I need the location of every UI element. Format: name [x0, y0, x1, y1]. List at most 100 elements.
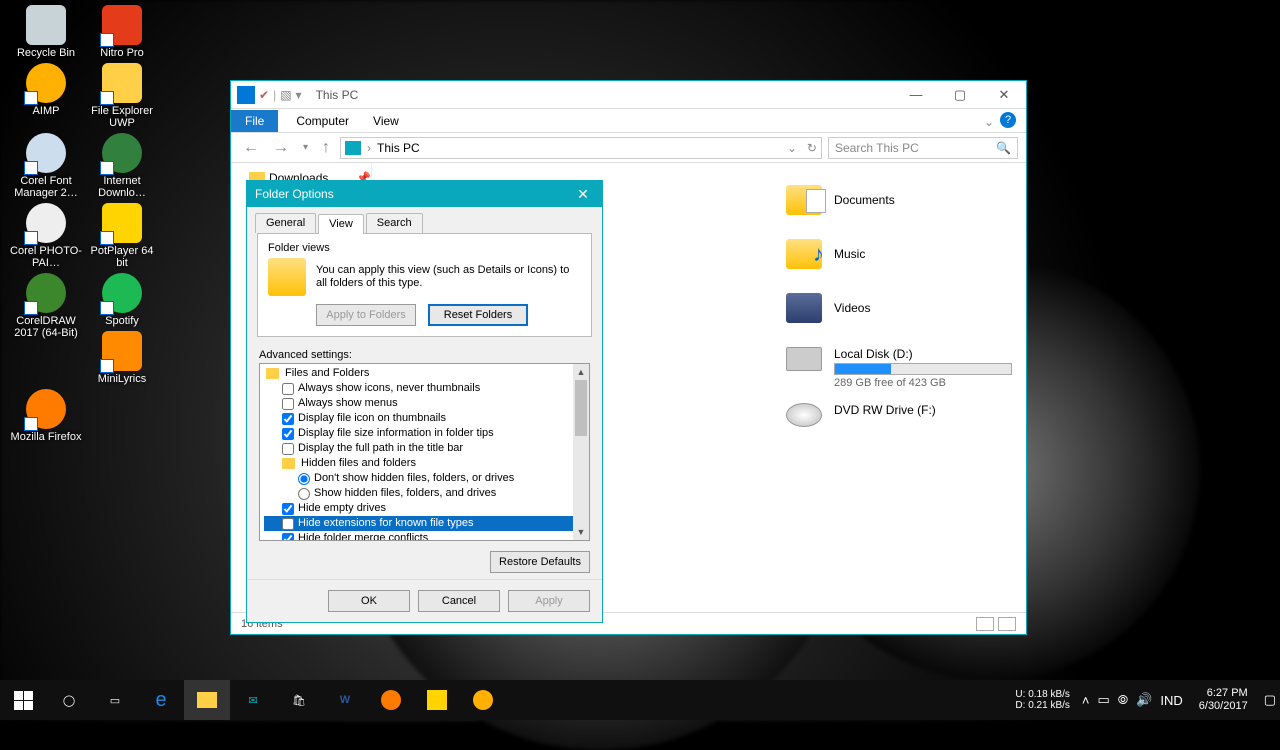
scroll-thumb[interactable]	[575, 380, 587, 436]
restore-defaults-button[interactable]: Restore Defaults	[490, 551, 590, 573]
folder-documents[interactable]: Documents	[786, 185, 1012, 215]
desktop-icon-corel-photo-paint[interactable]: Corel PHOTO-PAI…	[10, 203, 82, 269]
tray-wifi-icon[interactable]: ⦾	[1118, 692, 1128, 708]
tab-general[interactable]: General	[255, 213, 316, 233]
tab-search[interactable]: Search	[366, 213, 423, 233]
action-center-icon[interactable]: ▢	[1264, 692, 1276, 708]
dialog-tabs: General View Search	[247, 207, 602, 233]
cancel-button[interactable]: Cancel	[418, 590, 500, 612]
drive-label: Local Disk (D:)	[834, 347, 1012, 361]
nav-forward-icon[interactable]: →	[269, 139, 293, 157]
scroll-down-icon[interactable]: ▼	[573, 524, 589, 540]
folder-icon	[266, 368, 279, 379]
drive-icon	[786, 347, 822, 371]
view-details-icon[interactable]	[976, 617, 994, 631]
nav-dropdown-icon[interactable]: ▾	[299, 142, 312, 153]
desktop-icon-potplayer[interactable]: PotPlayer 64 bit	[86, 203, 158, 269]
taskbar-search-icon[interactable]: ◯	[46, 680, 92, 720]
explorer-ribbon: File Computer View ⌄ ?	[231, 109, 1026, 133]
opt-show-hidden[interactable]: Show hidden files, folders, and drives	[264, 486, 573, 501]
drive-local-d[interactable]: Local Disk (D:) 289 GB free of 423 GB	[786, 347, 1012, 389]
nav-back-icon[interactable]: ←	[239, 139, 263, 157]
desktop-icon-mozilla-firefox[interactable]: Mozilla Firefox	[10, 389, 82, 443]
desktop-icon-internet-download[interactable]: Internet Downlo…	[86, 133, 158, 199]
breadcrumb-text: This PC	[377, 141, 420, 155]
taskbar-aimp-icon[interactable]	[460, 680, 506, 720]
minimize-button[interactable]: —	[894, 81, 938, 109]
advanced-settings-label: Advanced settings:	[259, 349, 590, 361]
folder-music[interactable]: Music	[786, 239, 1012, 269]
network-monitor: U: 0.18 kB/s D: 0.21 kB/s	[1015, 689, 1069, 711]
tray-chevron-up-icon[interactable]: ˄	[1082, 693, 1090, 708]
taskbar[interactable]: ◯ ▭ e ✉ 🛍 W U: 0.18 kB/s D: 0.21 kB/s ˄ …	[0, 680, 1280, 720]
explorer-app-icon[interactable]	[237, 86, 255, 104]
desktop-icon-aimp[interactable]: AIMP	[10, 63, 82, 117]
reset-folders-button[interactable]: Reset Folders	[428, 304, 528, 326]
opt-full-path-title[interactable]: Display the full path in the title bar	[264, 441, 573, 456]
opt-dont-show-hidden[interactable]: Don't show hidden files, folders, or dri…	[264, 471, 573, 486]
opt-hide-extensions[interactable]: Hide extensions for known file types	[264, 516, 573, 531]
system-tray[interactable]: U: 0.18 kB/s D: 0.21 kB/s ˄ ▭ ⦾ 🔊 IND 6:…	[1011, 687, 1280, 713]
opt-hide-empty-drives[interactable]: Hide empty drives	[264, 501, 573, 516]
desktop-icon-coreldraw[interactable]: CorelDRAW 2017 (64-Bit)	[10, 273, 82, 339]
folder-videos[interactable]: Videos	[786, 293, 1012, 323]
folder-views-text: You can apply this view (such as Details…	[316, 264, 581, 290]
ok-button[interactable]: OK	[328, 590, 410, 612]
ribbon-tab-view[interactable]: View	[373, 114, 399, 128]
advanced-settings-tree[interactable]: Files and Folders Always show icons, nev…	[259, 363, 590, 541]
tab-view[interactable]: View	[318, 214, 364, 234]
tree-scrollbar[interactable]: ▲ ▼	[573, 364, 589, 540]
apply-button: Apply	[508, 590, 590, 612]
explorer-titlebar[interactable]: ✔ | ▧ ▾ This PC — ▢ ✕	[231, 81, 1026, 109]
dvd-icon	[786, 403, 822, 427]
desktop-icon-file-explorer-uwp[interactable]: File Explorer UWP	[86, 63, 158, 129]
taskbar-potplayer-icon[interactable]	[414, 680, 460, 720]
apply-to-folders-button: Apply to Folders	[316, 304, 416, 326]
tray-language[interactable]: IND	[1160, 693, 1182, 708]
explorer-address-bar: ← → ▾ ↑ › This PC ⌄ ↻ Search This PC 🔍	[231, 133, 1026, 163]
folder-views-group: Folder views You can apply this view (su…	[257, 233, 592, 337]
taskbar-clock[interactable]: 6:27 PM 6/30/2017	[1191, 687, 1256, 713]
dialog-close-button[interactable]: ✕	[570, 186, 596, 203]
dialog-footer: OK Cancel Apply	[247, 579, 602, 622]
desktop-icon-nitro-pro[interactable]: Nitro Pro	[86, 5, 158, 59]
taskbar-explorer-icon[interactable]	[184, 680, 230, 720]
tray-battery-icon[interactable]: ▭	[1097, 692, 1109, 708]
qat-props-icon[interactable]: ▧	[280, 88, 291, 102]
explorer-title: This PC	[308, 88, 894, 102]
taskbar-word-icon[interactable]: W	[322, 680, 368, 720]
opt-always-show-icons[interactable]: Always show icons, never thumbnails	[264, 381, 573, 396]
dialog-titlebar[interactable]: Folder Options ✕	[247, 181, 602, 207]
ribbon-collapse-icon[interactable]: ⌄	[984, 115, 994, 129]
opt-always-show-menus[interactable]: Always show menus	[264, 396, 573, 411]
view-tiles-icon[interactable]	[998, 617, 1016, 631]
opt-hide-merge-conflicts[interactable]: Hide folder merge conflicts	[264, 531, 573, 540]
opt-file-icon-thumbnails[interactable]: Display file icon on thumbnails	[264, 411, 573, 426]
search-placeholder: Search This PC	[835, 141, 919, 155]
taskbar-mail-icon[interactable]: ✉	[230, 680, 276, 720]
desktop-icon-minilyrics[interactable]: MiniLyrics	[86, 331, 158, 385]
qat-check-icon[interactable]: ✔	[259, 88, 269, 102]
opt-file-size-tips[interactable]: Display file size information in folder …	[264, 426, 573, 441]
desktop-icon-recycle-bin[interactable]: Recycle Bin	[10, 5, 82, 59]
desktop-icon-spotify[interactable]: Spotify	[86, 273, 158, 327]
qat-dropdown-icon[interactable]: ▾	[296, 88, 302, 102]
drive-dvd-f[interactable]: DVD RW Drive (F:)	[786, 403, 1012, 427]
ribbon-tab-computer[interactable]: Computer	[296, 114, 349, 128]
task-view-icon[interactable]: ▭	[92, 680, 138, 720]
folder-views-label: Folder views	[268, 242, 581, 254]
taskbar-firefox-icon[interactable]	[368, 680, 414, 720]
maximize-button[interactable]: ▢	[938, 81, 982, 109]
tray-volume-icon[interactable]: 🔊	[1136, 692, 1152, 708]
taskbar-edge-icon[interactable]: e	[138, 680, 184, 720]
breadcrumb[interactable]: › This PC ⌄ ↻	[340, 137, 822, 159]
search-input[interactable]: Search This PC 🔍	[828, 137, 1018, 159]
scroll-up-icon[interactable]: ▲	[573, 364, 589, 380]
taskbar-store-icon[interactable]: 🛍	[276, 680, 322, 720]
start-button[interactable]	[0, 680, 46, 720]
help-icon[interactable]: ?	[1000, 112, 1016, 128]
ribbon-tab-file[interactable]: File	[231, 110, 278, 132]
desktop-icon-corel-font-manager[interactable]: Corel Font Manager 2…	[10, 133, 82, 199]
nav-up-icon[interactable]: ↑	[318, 139, 334, 157]
close-button[interactable]: ✕	[982, 81, 1026, 109]
